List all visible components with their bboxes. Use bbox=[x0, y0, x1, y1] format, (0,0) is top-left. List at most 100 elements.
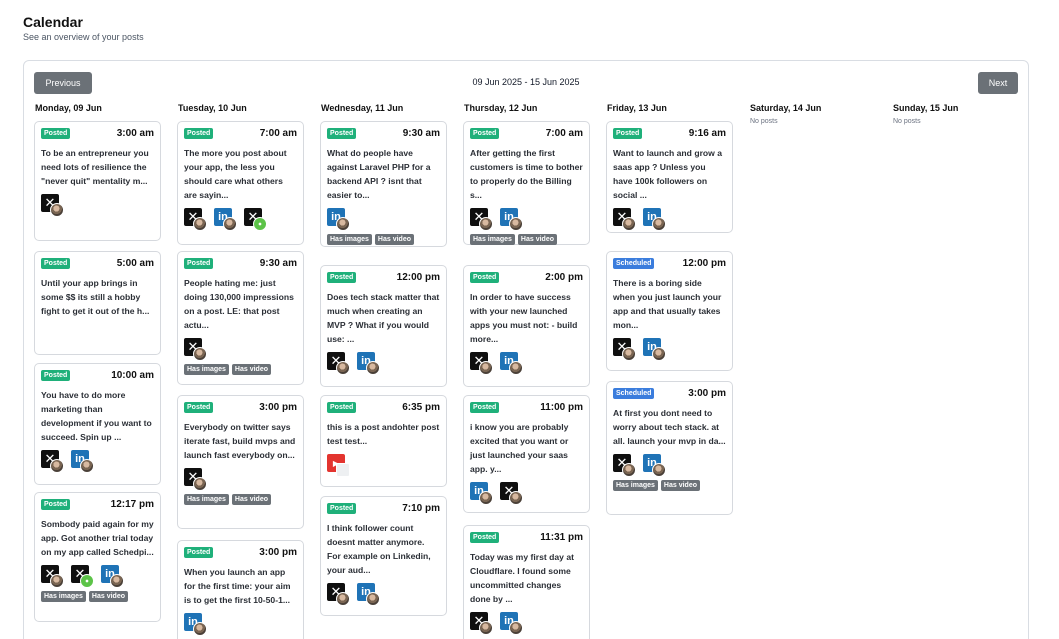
media-tag: Has video bbox=[88, 591, 128, 602]
post-card[interactable]: Posted 2:00 pm In order to have success wi… bbox=[463, 265, 590, 387]
day-column: Friday, 13 Jun Posted 9:16 am Want to launc… bbox=[606, 103, 734, 515]
post-card[interactable]: Posted 10:00 am You have to do more market… bbox=[34, 363, 161, 485]
post-time: 6:35 pm bbox=[402, 402, 440, 413]
avatar bbox=[622, 463, 636, 477]
post-time: 9:16 am bbox=[688, 128, 726, 139]
status-badge: Scheduled bbox=[613, 258, 655, 269]
post-card[interactable]: Posted 12:17 pm Sombody paid again for my … bbox=[34, 492, 161, 622]
network-account[interactable]: ✕ bbox=[184, 468, 208, 491]
avatar bbox=[366, 592, 380, 606]
network-account[interactable]: ✕ bbox=[244, 208, 268, 231]
page-title: Calendar bbox=[23, 14, 83, 30]
post-time: 3:00 pm bbox=[259, 547, 297, 558]
network-account[interactable]: ✕ bbox=[71, 565, 95, 588]
network-account[interactable]: ✕ bbox=[613, 338, 637, 361]
post-card-header: Posted 3:00 pm bbox=[184, 547, 297, 558]
post-card[interactable]: Posted 3:00 am To be an entrepreneur you n… bbox=[34, 121, 161, 241]
post-text: The more you post about your app, the le… bbox=[184, 148, 287, 200]
network-icons: in ✕ bbox=[470, 482, 583, 505]
post-card-header: Posted 9:30 am bbox=[184, 258, 297, 269]
post-time: 7:00 am bbox=[545, 128, 583, 139]
media-tag: Has video bbox=[660, 480, 700, 491]
network-account[interactable]: in bbox=[101, 565, 125, 588]
post-card-header: Posted 2:00 pm bbox=[470, 272, 583, 283]
post-text: this is a post andohter post test test..… bbox=[327, 422, 440, 446]
avatar bbox=[336, 217, 350, 231]
network-icons: ✕ bbox=[184, 468, 297, 491]
network-account[interactable]: ✕ bbox=[327, 352, 351, 375]
post-text: There is a boring side when you just lau… bbox=[613, 278, 722, 330]
network-icons: ✕ in ✕ bbox=[184, 208, 297, 231]
post-time: 3:00 pm bbox=[259, 402, 297, 413]
post-time: 3:00 pm bbox=[688, 388, 726, 399]
avatar bbox=[366, 361, 380, 375]
media-tag: Has images bbox=[470, 234, 515, 245]
page-header: Calendar See an overview of your posts bbox=[23, 14, 144, 42]
network-icons: ✕ in bbox=[327, 583, 440, 606]
avatar bbox=[193, 477, 207, 491]
post-card-header: Posted 11:31 pm bbox=[470, 532, 583, 543]
network-account[interactable]: in bbox=[327, 208, 351, 231]
network-account[interactable]: ✕ bbox=[500, 482, 524, 505]
network-account[interactable]: ✕ bbox=[613, 208, 637, 231]
post-time: 12:00 pm bbox=[682, 258, 726, 269]
network-account[interactable]: ✕ bbox=[41, 450, 65, 473]
network-account[interactable]: ✕ bbox=[41, 194, 65, 217]
next-button[interactable]: Next bbox=[978, 72, 1018, 94]
status-badge: Posted bbox=[41, 128, 71, 139]
post-text: You have to do more marketing than devel… bbox=[41, 390, 152, 442]
network-account[interactable]: ✕ bbox=[184, 338, 208, 361]
post-card[interactable]: Scheduled 3:00 pm At first you dont need t… bbox=[606, 381, 733, 515]
network-icons: ✕ in bbox=[41, 450, 154, 473]
network-account[interactable]: in bbox=[500, 352, 524, 375]
status-badge: Posted bbox=[327, 503, 357, 514]
post-text: I think follower count doesnt matter any… bbox=[327, 523, 431, 575]
post-card[interactable]: Posted 9:30 am What do people have against… bbox=[320, 121, 447, 247]
network-account[interactable]: ✕ bbox=[184, 208, 208, 231]
post-card[interactable]: Posted 7:00 am The more you post about you… bbox=[177, 121, 304, 245]
post-card[interactable]: Posted 3:00 pm When you launch an app for … bbox=[177, 540, 304, 639]
media-tag: Has video bbox=[231, 364, 271, 375]
network-account[interactable]: in bbox=[184, 613, 208, 636]
day-header: Tuesday, 10 Jun bbox=[178, 103, 247, 113]
avatar bbox=[50, 459, 64, 473]
post-card[interactable]: Posted 7:00 am After getting the first cus… bbox=[463, 121, 590, 245]
network-account[interactable]: ✕ bbox=[327, 583, 351, 606]
network-account[interactable]: ✕ bbox=[613, 454, 637, 477]
network-account[interactable]: in bbox=[357, 583, 381, 606]
post-card[interactable]: Posted 11:00 pm i know you are probably ex… bbox=[463, 395, 590, 513]
network-account[interactable]: in bbox=[500, 612, 524, 635]
network-account[interactable]: ✕ bbox=[470, 352, 494, 375]
post-card[interactable]: Posted 11:31 pm Today was my first day at … bbox=[463, 525, 590, 639]
network-account[interactable]: in bbox=[71, 450, 95, 473]
post-text: At first you dont need to worry about te… bbox=[613, 408, 726, 446]
post-card[interactable]: Posted 6:35 pm this is a post andohter pos… bbox=[320, 395, 447, 487]
network-account[interactable]: ✕ bbox=[470, 612, 494, 635]
post-text: In order to have success with your new l… bbox=[470, 292, 578, 344]
network-account[interactable]: in bbox=[643, 338, 667, 361]
network-account[interactable]: in bbox=[500, 208, 524, 231]
network-account[interactable]: in bbox=[643, 208, 667, 231]
network-account[interactable]: in bbox=[214, 208, 238, 231]
network-account[interactable]: in bbox=[643, 454, 667, 477]
post-card[interactable]: Posted 9:16 am Want to launch and grow a s… bbox=[606, 121, 733, 233]
avatar bbox=[80, 459, 94, 473]
post-card[interactable]: Posted 5:00 am Until your app brings in so… bbox=[34, 251, 161, 355]
post-card[interactable]: Posted 12:00 pm Does tech stack matter tha… bbox=[320, 265, 447, 387]
network-icons: ✕ bbox=[184, 338, 297, 361]
network-account[interactable]: in bbox=[470, 482, 494, 505]
network-account[interactable]: ✕ bbox=[470, 208, 494, 231]
network-account[interactable]: in bbox=[357, 352, 381, 375]
post-card[interactable]: Posted 3:00 pm Everybody on twitter says i… bbox=[177, 395, 304, 529]
network-account[interactable]: ✕ bbox=[41, 565, 65, 588]
post-card[interactable]: Posted 9:30 am People hating me: just doin… bbox=[177, 251, 304, 385]
avatar bbox=[193, 347, 207, 361]
post-card[interactable]: Posted 7:10 pm I think follower count does… bbox=[320, 496, 447, 616]
avatar bbox=[110, 574, 124, 588]
network-icons: ✕ in bbox=[327, 352, 440, 375]
avatar bbox=[50, 203, 64, 217]
day-header: Wednesday, 11 Jun bbox=[321, 103, 404, 113]
status-badge: Posted bbox=[470, 128, 500, 139]
post-card[interactable]: Scheduled 12:00 pm There is a boring side … bbox=[606, 251, 733, 371]
network-account[interactable]: ▶ bbox=[327, 454, 351, 477]
